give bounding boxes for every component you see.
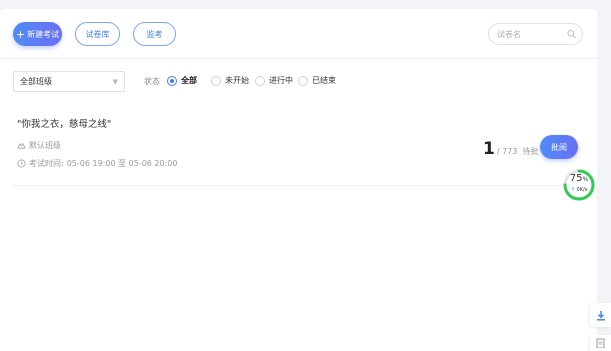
search-icon[interactable] (567, 29, 576, 39)
radio-dot[interactable] (211, 75, 221, 86)
review-button-label: 批阅 (551, 142, 567, 152)
search-input[interactable] (497, 29, 567, 39)
download-button[interactable] (590, 303, 611, 327)
radio-dot[interactable] (255, 75, 265, 86)
gauge-speed-value: 0K/s (576, 187, 588, 193)
toolbar: + 新建考试 试卷库 监考 (0, 9, 597, 59)
status-radio-label: 未开始 (225, 76, 249, 85)
search-box[interactable] (488, 23, 583, 45)
radio-dot[interactable] (298, 75, 308, 86)
pending-label: 待批 (522, 147, 539, 156)
status-radio-label: 全部 (181, 76, 197, 85)
review-button[interactable]: 批阅 (540, 135, 578, 159)
gauge-ring (563, 169, 595, 201)
exam-time-label: 考试时间: (29, 159, 64, 168)
new-exam-button[interactable]: + 新建考试 (13, 22, 62, 46)
question-bank-label: 试卷库 (85, 29, 110, 39)
status-radio-not-started[interactable]: 未开始 (211, 75, 249, 86)
document-button[interactable] (590, 335, 611, 351)
exam-list-item: "你我之衣，慈母之线" 默认班级 考试时间: 05-06 19:00 至 05-… (13, 114, 590, 186)
proctor-label: 监考 (146, 29, 163, 39)
download-icon (596, 310, 605, 321)
exam-time: 考试时间: 05-06 19:00 至 05-06 20:00 (17, 158, 177, 169)
network-speed-gauge[interactable]: 75% ↑ 0K/s (562, 165, 596, 205)
question-bank-button[interactable]: 试卷库 (75, 22, 120, 46)
status-radio-ended[interactable]: 已结束 (298, 75, 336, 86)
arrow-up-icon: ↑ (570, 187, 575, 193)
new-exam-label: 新建考试 (27, 29, 60, 39)
gauge-percent-value: 75 (569, 173, 583, 184)
filter-bar: 全部班级 ▼ 状态 全部 未开始 进行中 已结束 (0, 71, 597, 93)
pending-count: 1 / 773 待批 (483, 139, 538, 159)
clock-icon (17, 159, 26, 168)
status-radio-all[interactable]: 全部 (167, 75, 197, 86)
pending-number: 1 (483, 139, 495, 159)
gauge-speed: ↑ 0K/s (562, 187, 596, 193)
plus-icon: + (15, 27, 26, 41)
total-count: / 773 (496, 147, 518, 156)
exam-class-name: 默认班级 (29, 141, 61, 150)
chevron-down-icon: ▼ (112, 77, 118, 86)
document-icon (596, 338, 605, 348)
status-radio-label: 已结束 (312, 76, 336, 85)
radio-dot[interactable] (167, 75, 177, 86)
exam-time-range: 05-06 19:00 至 05-06 20:00 (66, 159, 178, 168)
status-radio-label: 进行中 (269, 76, 293, 85)
exam-class: 默认班级 (17, 140, 61, 151)
proctor-button[interactable]: 监考 (133, 22, 176, 46)
status-label: 状态 (144, 77, 160, 86)
main-card: + 新建考试 试卷库 监考 全部班级 ▼ 状态 全部 未开始 (0, 9, 597, 351)
class-icon (17, 142, 26, 149)
status-radio-in-progress[interactable]: 进行中 (255, 75, 293, 86)
exam-title[interactable]: "你我之衣，慈母之线" (17, 116, 111, 130)
class-select-value: 全部班级 (20, 77, 52, 86)
gauge-percent-unit: % (582, 176, 589, 183)
class-select[interactable]: 全部班级 ▼ (13, 71, 125, 92)
gauge-percent: 75% (562, 173, 596, 184)
